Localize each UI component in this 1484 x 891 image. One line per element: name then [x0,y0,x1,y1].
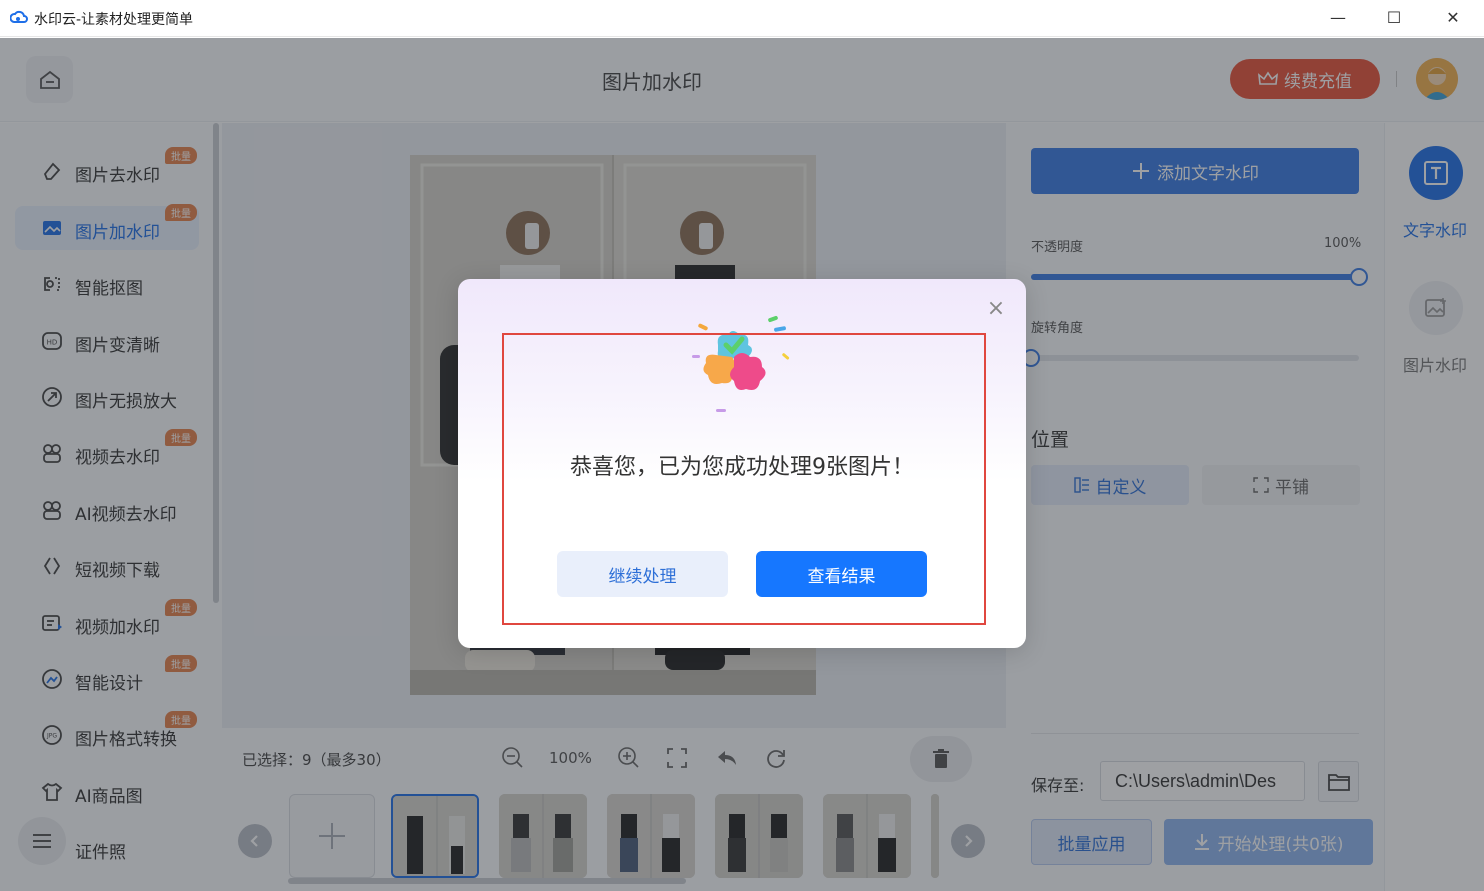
minimize-button[interactable]: — [1325,6,1351,30]
window-titlebar: 水印云-让素材处理更简单 — ☐ ✕ [0,0,1484,37]
highlight-box [502,333,986,625]
close-button[interactable]: ✕ [1440,6,1466,30]
modal-overlay-header [0,38,1484,123]
dialog-close-icon[interactable]: × [986,298,1006,320]
app-logo-icon [10,10,28,23]
window-title: 水印云-让素材处理更简单 [34,12,194,28]
maximize-button[interactable]: ☐ [1381,6,1407,30]
